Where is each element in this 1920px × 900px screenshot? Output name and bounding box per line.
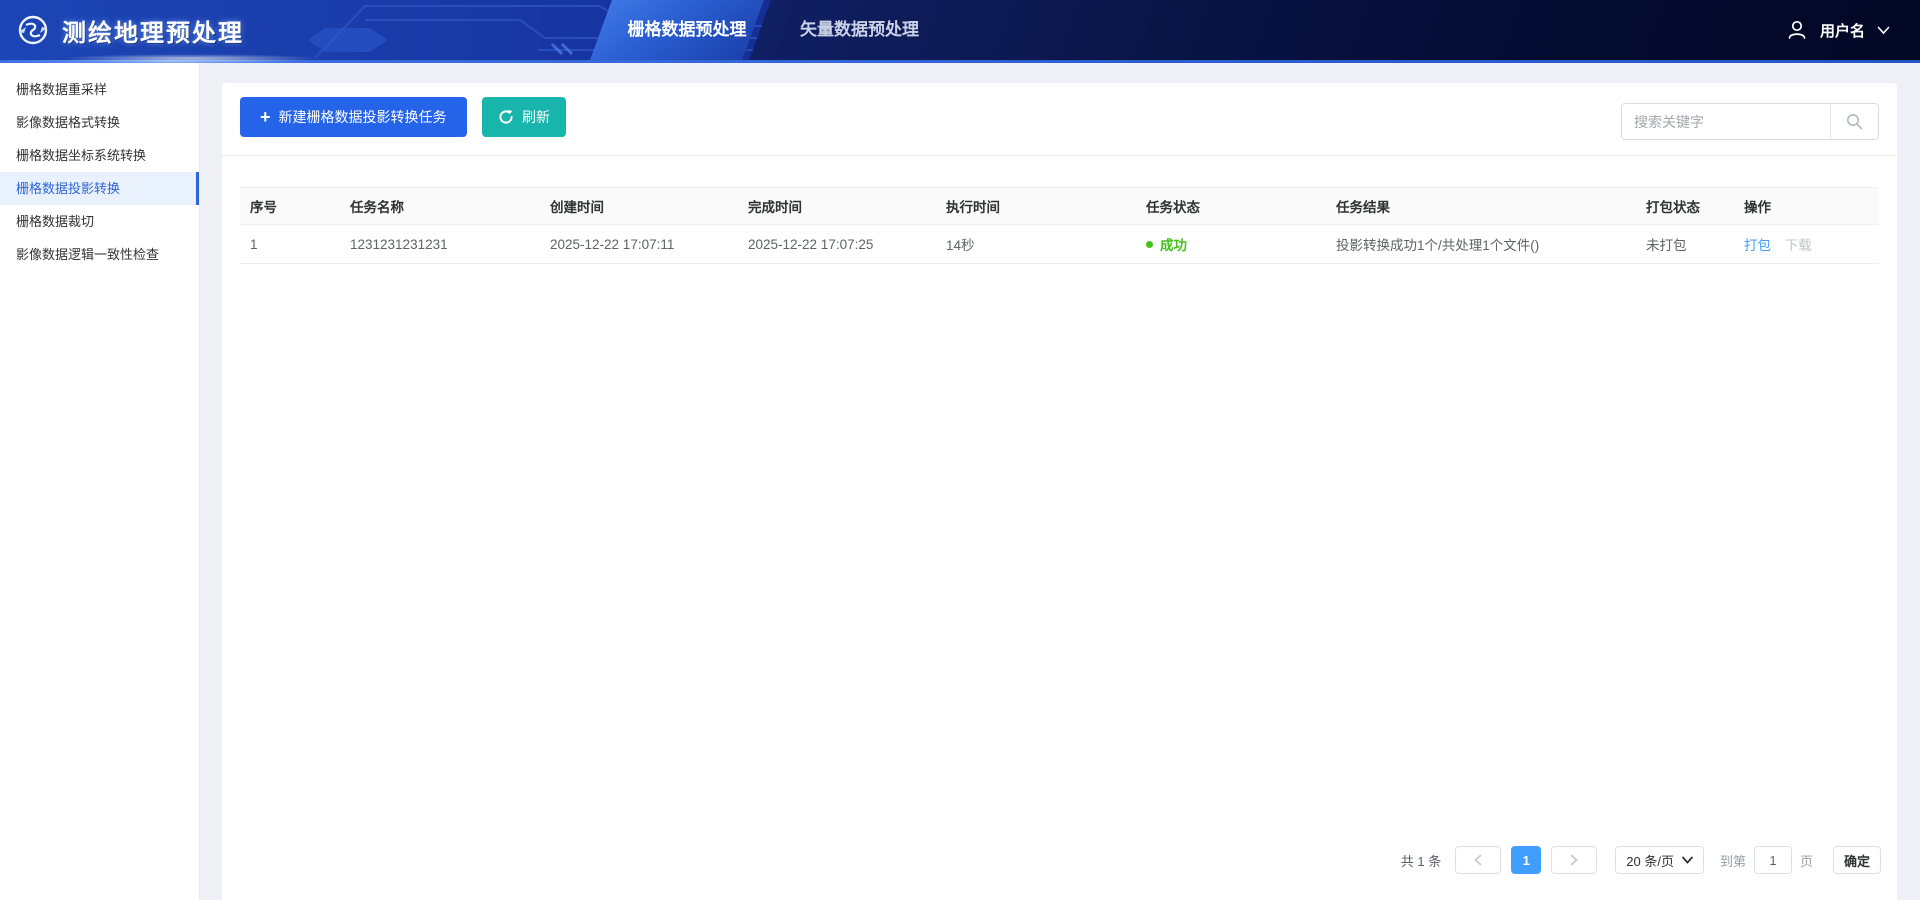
- pagination: 共 1 条 1 20 条/页 到第 页 确定: [1401, 846, 1881, 874]
- cell-duration: 14秒: [936, 225, 1136, 264]
- task-table-container: 序号 任务名称 创建时间 完成时间 执行时间 任务状态 任务结果 打包状态 操作…: [222, 156, 1897, 264]
- main-content-card: + 新建栅格数据投影转换任务 刷新: [222, 83, 1897, 900]
- table-row: 1 1231231231231 2025-12-22 17:07:11 2025…: [240, 225, 1879, 264]
- sidebar-item-image-logic-check[interactable]: 影像数据逻辑一致性检查: [0, 238, 199, 271]
- app-header: 测绘地理预处理 栅格数据预处理 矢量数据预处理 用户名: [0, 0, 1920, 60]
- col-finished-at: 完成时间: [738, 188, 936, 225]
- pagination-total: 共 1 条: [1401, 851, 1441, 870]
- cell-index: 1: [240, 225, 340, 264]
- col-status: 任务状态: [1136, 188, 1326, 225]
- new-task-label: 新建栅格数据投影转换任务: [279, 107, 447, 127]
- sidebar-item-image-format-convert[interactable]: 影像数据格式转换: [0, 106, 199, 139]
- user-name: 用户名: [1820, 20, 1865, 41]
- sidebar-item-raster-coordsys-convert[interactable]: 栅格数据坐标系统转换: [0, 139, 199, 172]
- table-header-row: 序号 任务名称 创建时间 完成时间 执行时间 任务状态 任务结果 打包状态 操作: [240, 188, 1879, 225]
- cell-result: 投影转换成功1个/共处理1个文件(): [1326, 225, 1636, 264]
- sidebar-item-raster-clip[interactable]: 栅格数据裁切: [0, 205, 199, 238]
- prev-page-icon: [1473, 854, 1483, 866]
- package-link[interactable]: 打包: [1744, 238, 1771, 253]
- new-task-button[interactable]: + 新建栅格数据投影转换任务: [240, 97, 467, 137]
- col-actions: 操作: [1734, 188, 1879, 225]
- col-index: 序号: [240, 188, 340, 225]
- goto-page-input[interactable]: [1754, 846, 1792, 874]
- col-created-at: 创建时间: [540, 188, 738, 225]
- app-brand: 测绘地理预处理: [14, 0, 244, 60]
- page-size-label: 20 条/页: [1626, 851, 1674, 870]
- user-icon: [1786, 19, 1808, 41]
- status-text: 成功: [1160, 234, 1187, 254]
- sidebar-item-raster-projection-convert[interactable]: 栅格数据投影转换: [0, 172, 199, 205]
- goto-suffix-label: 页: [1800, 851, 1813, 870]
- search-box: [1621, 103, 1879, 140]
- search-icon: [1846, 113, 1863, 130]
- col-duration: 执行时间: [936, 188, 1136, 225]
- refresh-label: 刷新: [522, 107, 550, 127]
- cell-task-name: 1231231231231: [340, 225, 540, 264]
- cell-actions: 打包 下载: [1734, 225, 1879, 264]
- status-dot: [1146, 241, 1153, 248]
- sidebar-item-raster-resample[interactable]: 栅格数据重采样: [0, 73, 199, 106]
- header-dark-wedge: [749, 0, 1920, 60]
- header-bottom-line: [0, 60, 1920, 63]
- col-package-status: 打包状态: [1636, 188, 1734, 225]
- task-table: 序号 任务名称 创建时间 完成时间 执行时间 任务状态 任务结果 打包状态 操作…: [240, 187, 1879, 264]
- next-page-button[interactable]: [1551, 846, 1597, 874]
- next-page-icon: [1569, 854, 1579, 866]
- toolbar: + 新建栅格数据投影转换任务 刷新: [222, 83, 1897, 156]
- prev-page-button[interactable]: [1455, 846, 1501, 874]
- tab-vector-preprocessing[interactable]: 矢量数据预处理: [800, 0, 919, 60]
- col-task-name: 任务名称: [340, 188, 540, 225]
- col-result: 任务结果: [1326, 188, 1636, 225]
- page-number-button[interactable]: 1: [1511, 846, 1541, 874]
- refresh-button[interactable]: 刷新: [482, 97, 566, 137]
- chevron-down-icon: [1877, 26, 1890, 35]
- sidebar: 栅格数据重采样 影像数据格式转换 栅格数据坐标系统转换 栅格数据投影转换 栅格数…: [0, 63, 200, 900]
- download-link: 下载: [1785, 238, 1812, 253]
- cell-package-status: 未打包: [1636, 225, 1734, 264]
- cell-status: 成功: [1136, 225, 1326, 264]
- logo-icon: [14, 11, 52, 49]
- cell-finished-at: 2025-12-22 17:07:25: [738, 225, 936, 264]
- page-size-select[interactable]: 20 条/页: [1615, 846, 1704, 874]
- refresh-icon: [498, 109, 514, 125]
- search-input[interactable]: [1622, 104, 1830, 139]
- user-menu[interactable]: 用户名: [1786, 0, 1890, 60]
- cell-created-at: 2025-12-22 17:07:11: [540, 225, 738, 264]
- plus-icon: +: [260, 108, 271, 126]
- search-button[interactable]: [1830, 104, 1878, 139]
- goto-confirm-button[interactable]: 确定: [1833, 846, 1881, 874]
- select-arrow-icon: [1682, 856, 1693, 864]
- tab-raster-preprocessing[interactable]: 栅格数据预处理: [617, 0, 757, 60]
- app-title: 测绘地理预处理: [62, 13, 244, 48]
- goto-prefix-label: 到第: [1720, 851, 1746, 870]
